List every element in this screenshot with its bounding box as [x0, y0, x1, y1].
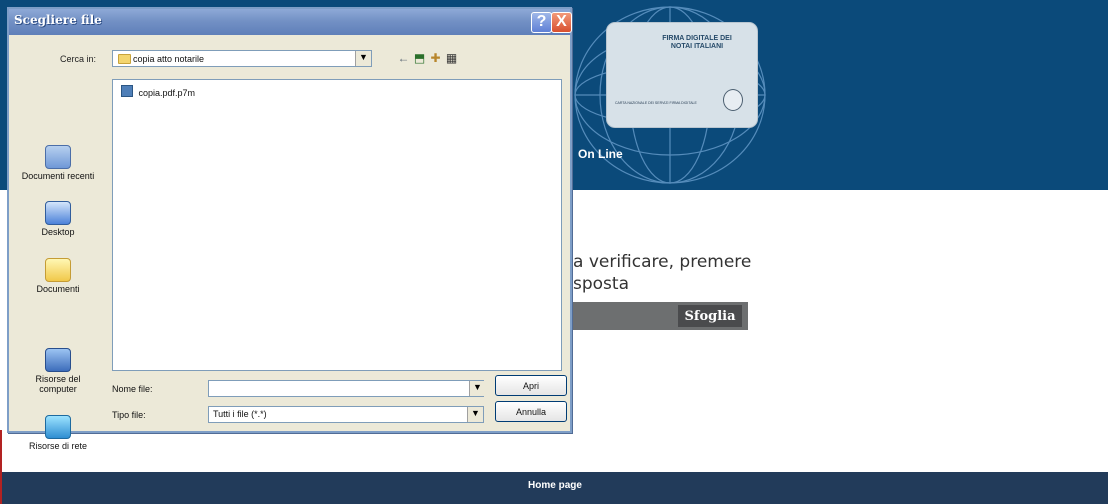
place-desktop-label: Desktop — [41, 227, 75, 237]
open-file-dialog: Scegliere file ? X Cerca in: copia atto … — [7, 7, 572, 451]
place-desktop[interactable]: Desktop — [19, 201, 97, 237]
file-list[interactable]: copia.pdf.p7m — [112, 79, 562, 371]
help-button[interactable]: ? — [531, 12, 552, 33]
instruction-line-1: a verificare, premere — [573, 252, 752, 272]
look-in-label: Cerca in: — [60, 54, 97, 64]
file-name-dropdown-arrow-icon[interactable]: ▼ — [469, 381, 485, 396]
back-arrow-icon[interactable]: ← — [397, 52, 410, 65]
place-documents-label: Documenti — [36, 284, 80, 294]
place-documents[interactable]: Documenti — [19, 258, 97, 294]
network-icon — [45, 415, 71, 439]
place-recent-documents[interactable]: Documenti recenti — [19, 145, 97, 181]
place-network-label: Risorse di rete — [28, 441, 88, 451]
documents-icon — [45, 258, 71, 282]
browse-button[interactable]: Sfoglia — [678, 305, 742, 327]
recent-documents-icon — [45, 145, 71, 169]
look-in-dropdown-arrow-icon[interactable]: ▼ — [355, 51, 371, 66]
file-name: copia.pdf.p7m — [138, 88, 196, 98]
place-network[interactable]: Risorse di rete — [19, 415, 97, 451]
card-logo: FIRMA DIGITALE DEI NOTAI ITALIANI — [662, 35, 732, 50]
cancel-button[interactable]: Annulla — [495, 401, 567, 422]
look-in-value: copia atto notarile — [133, 54, 205, 64]
file-type-value: Tutti i file (*.*) — [213, 409, 267, 419]
look-in-dropdown[interactable]: copia atto notarile ▼ — [112, 50, 372, 67]
footer: Home page — [2, 472, 1108, 504]
open-button[interactable]: Apri — [495, 375, 567, 396]
file-icon — [121, 85, 133, 97]
card-text: CARTA NAZIONALE DEI SERVIZI FIRMA DIGITA… — [615, 101, 697, 105]
places-bar: Documenti recenti Desktop Documenti Riso… — [19, 73, 97, 451]
dialog-title: Scegliere file — [14, 13, 102, 27]
emblem-icon — [723, 89, 743, 111]
home-page-link[interactable]: Home page — [2, 480, 1108, 491]
file-type-dropdown-arrow-icon[interactable]: ▼ — [467, 407, 483, 422]
desktop-icon — [45, 201, 71, 225]
file-name-input[interactable] — [208, 380, 484, 397]
file-name-label: Nome file: — [112, 384, 153, 394]
place-computer[interactable]: Risorse del computer — [19, 348, 97, 394]
digital-signature-card: FIRMA DIGITALE DEI NOTAI ITALIANI CARTA … — [606, 22, 758, 128]
file-type-dropdown[interactable]: Tutti i file (*.*) ▼ — [208, 406, 484, 423]
close-button[interactable]: X — [551, 12, 572, 33]
place-computer-label: Risorse del computer — [35, 374, 81, 394]
header-title-fragment: On Line — [578, 147, 623, 161]
file-list-item[interactable]: copia.pdf.p7m — [121, 85, 195, 99]
place-recent-documents-label: Documenti recenti — [21, 171, 95, 181]
instruction-line-2: sposta — [573, 274, 629, 294]
up-one-level-icon[interactable]: ⬒ — [413, 52, 426, 65]
dialog-titlebar[interactable]: Scegliere file ? X — [9, 9, 572, 35]
new-folder-icon[interactable]: ✚ — [429, 52, 442, 65]
folder-icon — [118, 54, 131, 64]
file-type-label: Tipo file: — [112, 410, 146, 420]
computer-icon — [45, 348, 71, 372]
view-menu-icon[interactable]: ▦ — [445, 52, 458, 65]
